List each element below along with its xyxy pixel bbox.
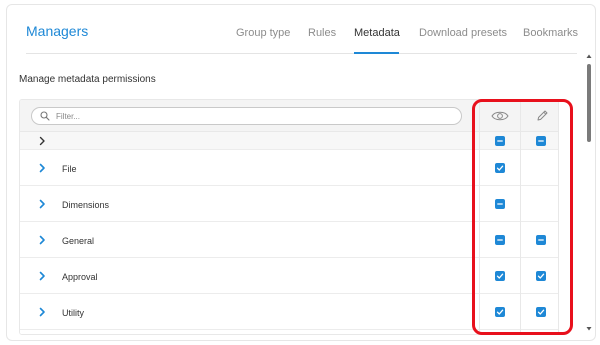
row-label: Utility [62,308,84,318]
minus-icon [497,140,503,142]
permissions-table: File Dimensions General Approval Utility [19,99,559,335]
view-permission-checkbox[interactable] [495,136,505,146]
pencil-icon [537,110,548,121]
row-label: File [62,164,77,174]
table-row-dimensions: Dimensions [20,186,558,222]
search-icon [40,111,50,121]
edit-permission-checkbox[interactable] [536,271,546,281]
table-header-row [20,100,558,132]
scrollbar-thumb[interactable] [587,64,591,142]
table-row-utility: Utility [20,294,558,330]
scroll-down-arrow-icon[interactable] [585,325,593,333]
section-title: Manage metadata permissions [19,74,156,85]
table-row-approval: Approval [20,258,558,294]
view-permission-checkbox[interactable] [495,199,505,209]
table-row-root [20,132,558,150]
check-icon [496,165,504,171]
check-icon [496,309,504,315]
chevron-right-icon[interactable] [37,271,47,281]
view-permission-checkbox[interactable] [495,163,505,173]
chevron-right-icon[interactable] [37,235,47,245]
table-row-partial [20,330,558,334]
check-icon [537,273,545,279]
minus-icon [497,239,503,241]
chevron-right-icon[interactable] [37,199,47,209]
view-permission-checkbox[interactable] [495,271,505,281]
filter-field[interactable] [31,107,462,125]
row-label: Approval [62,272,98,282]
tab-download-presets[interactable]: Download presets [419,27,507,39]
view-permission-checkbox[interactable] [495,235,505,245]
scroll-up-arrow-icon[interactable] [585,52,593,60]
edit-permission-checkbox[interactable] [536,136,546,146]
eye-icon [491,111,509,121]
minus-icon [497,203,503,205]
active-tab-indicator [354,52,399,54]
edit-permission-checkbox[interactable] [536,235,546,245]
column-divider [479,100,480,334]
edit-permission-checkbox[interactable] [536,307,546,317]
tab-metadata[interactable]: Metadata [354,27,400,39]
table-row-general: General [20,222,558,258]
chevron-right-icon[interactable] [37,163,47,173]
check-icon [537,309,545,315]
column-divider [520,100,521,334]
panel-header: Managers Group type Rules Metadata Downl… [7,5,595,57]
page-title: Managers [26,23,89,39]
tab-group-type[interactable]: Group type [236,27,290,39]
tab-rules[interactable]: Rules [308,27,336,39]
filter-input[interactable] [56,109,456,123]
table-row-file: File [20,150,558,186]
header-divider [26,53,577,54]
view-permission-checkbox[interactable] [495,307,505,317]
chevron-right-icon[interactable] [37,307,47,317]
minus-icon [538,140,544,142]
row-label: Dimensions [62,200,110,210]
tab-bookmarks[interactable]: Bookmarks [523,27,578,39]
row-label: General [62,236,95,246]
minus-icon [538,239,544,241]
scrollbar[interactable] [585,52,593,335]
check-icon [496,273,504,279]
chevron-right-icon[interactable] [37,136,47,146]
